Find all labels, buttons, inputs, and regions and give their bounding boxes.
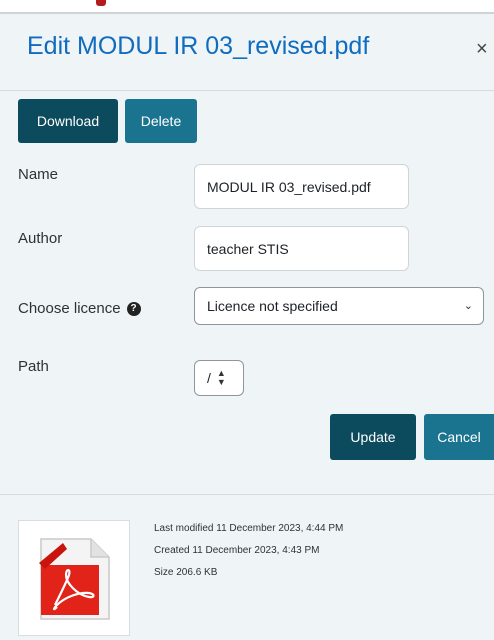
edit-file-dialog: Edit MODUL IR 03_revised.pdf × Download …	[0, 14, 494, 640]
file-preview	[18, 520, 130, 636]
path-select[interactable]: / ▲ ▼	[194, 360, 244, 396]
size-text: Size 206.6 KB	[154, 567, 218, 578]
dialog-title: Edit MODUL IR 03_revised.pdf	[27, 32, 370, 60]
background-page-fragment	[96, 0, 106, 6]
author-label: Author	[18, 230, 63, 247]
background-page-strip	[0, 0, 494, 14]
download-button[interactable]: Download	[18, 99, 118, 143]
path-label: Path	[18, 358, 49, 375]
question-circle-icon[interactable]: ?	[126, 302, 141, 317]
created-text: Created 11 December 2023, 4:43 PM	[154, 545, 320, 556]
update-button[interactable]: Update	[330, 414, 416, 460]
section-divider	[0, 494, 494, 495]
last-modified-text: Last modified 11 December 2023, 4:44 PM	[154, 523, 344, 534]
close-icon[interactable]: ×	[476, 38, 488, 61]
delete-button[interactable]: Delete	[125, 99, 197, 143]
up-down-arrows-icon: ▲ ▼	[216, 368, 226, 387]
licence-selected-value: Licence not specified	[207, 298, 338, 314]
name-label: Name	[18, 166, 59, 183]
licence-label: Choose licence	[18, 300, 121, 317]
dialog-header: Edit MODUL IR 03_revised.pdf ×	[0, 14, 494, 91]
name-field[interactable]: MODUL IR 03_revised.pdf	[194, 164, 409, 209]
licence-label-wrap: Choose licence?	[18, 300, 141, 317]
path-selected-value: /	[207, 370, 211, 386]
author-field[interactable]: teacher STIS	[194, 226, 409, 271]
licence-select[interactable]: Licence not specified ⌄	[194, 287, 484, 325]
pdf-file-icon	[39, 538, 110, 620]
chevron-down-icon: ⌄	[463, 300, 473, 312]
cancel-button[interactable]: Cancel	[424, 414, 494, 460]
